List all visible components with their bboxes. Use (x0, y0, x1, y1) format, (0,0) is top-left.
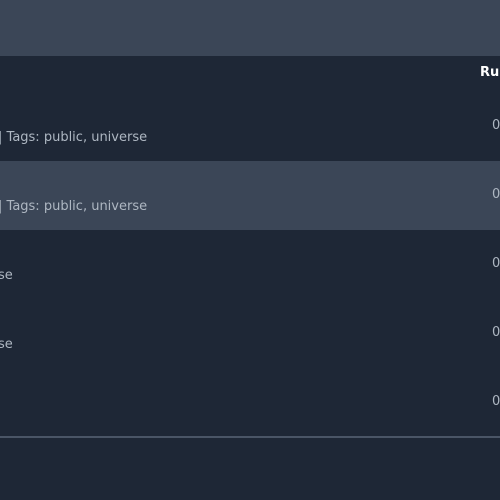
row-tags-text: Tags: public, universe (6, 130, 148, 145)
row-runs-count: 0 (492, 118, 500, 133)
table-row-selected[interactable]: | Tags: public, universe 0 (0, 161, 500, 231)
row-tags-text: Tags: public, universe (6, 199, 148, 214)
row-tags-text: se (0, 268, 13, 283)
row-tags: se (0, 268, 13, 283)
row-runs-count: 0 (492, 187, 500, 202)
table-header: Run (0, 56, 500, 93)
table-row[interactable]: 0 (0, 368, 500, 437)
table-bottom-divider (0, 436, 500, 438)
tag-separator: | (0, 199, 3, 214)
row-tags-text: se (0, 337, 13, 352)
row-tags: se (0, 337, 13, 352)
app-viewport: Run | Tags: public, universe 0 | Tags: p… (0, 0, 500, 500)
table-row[interactable]: | Tags: public, universe 0 (0, 92, 500, 162)
tag-separator: | (0, 130, 3, 145)
row-tags: | Tags: public, universe (0, 199, 147, 214)
table-row[interactable]: se 0 (0, 230, 500, 300)
row-runs-count: 0 (492, 394, 500, 409)
table-row[interactable]: se 0 (0, 299, 500, 369)
row-runs-count: 0 (492, 325, 500, 340)
toolbar-band (0, 0, 500, 56)
column-header-runs[interactable]: Run (480, 65, 500, 80)
row-runs-count: 0 (492, 256, 500, 271)
row-tags: | Tags: public, universe (0, 130, 147, 145)
